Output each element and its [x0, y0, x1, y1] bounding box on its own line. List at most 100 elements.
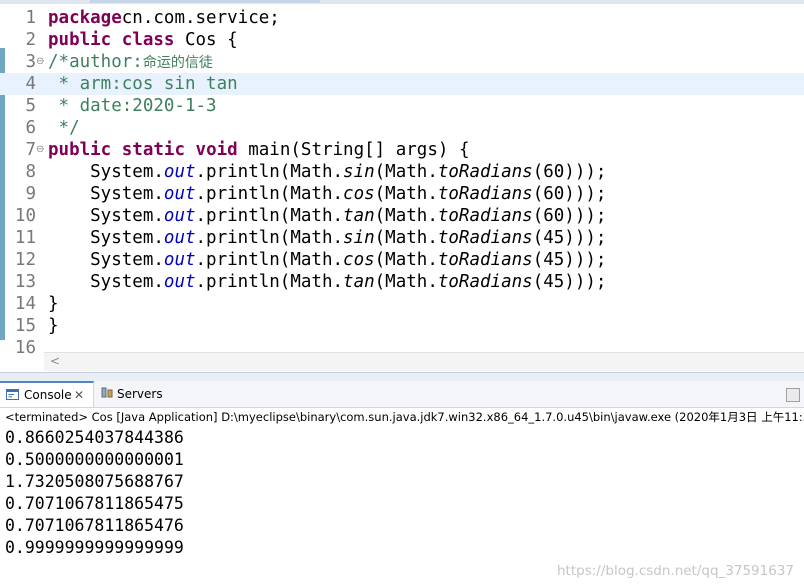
watermark-text: https://blog.csdn.net/qq_37591637 — [556, 563, 794, 579]
code-token: .println(Math. — [195, 206, 344, 226]
code-token: .println(Math. — [195, 162, 344, 182]
code-token: .println(Math. — [195, 250, 344, 270]
code-token: out — [163, 184, 196, 204]
code-token: toRadians — [437, 228, 533, 248]
code-token: (Math. — [374, 162, 438, 182]
code-token: * arm:cos sin tan — [48, 74, 238, 94]
tab-servers-label: Servers — [117, 387, 163, 401]
code-token: System. — [48, 272, 164, 292]
line-number: 12 — [14, 250, 36, 270]
code-token: toRadians — [437, 250, 533, 270]
code-token: public — [48, 30, 112, 50]
view-divider[interactable] — [0, 372, 804, 381]
code-line[interactable]: 12 System.out.println(Math.cos(Math.toRa… — [0, 249, 804, 271]
code-token: .println(Math. — [195, 184, 344, 204]
code-token: package — [48, 8, 122, 28]
code-text: * arm:cos sin tan — [48, 73, 238, 95]
code-text: /*author:命运的信徒 — [48, 51, 213, 74]
code-token: */ — [48, 118, 80, 138]
console-output-line: 0.8660254037844386 — [5, 428, 184, 447]
console-status-header: <terminated> Cos [Java Application] D:\m… — [5, 410, 804, 424]
console-tab-bar: Console ✕ Servers — [0, 381, 804, 408]
line-number: 16 — [14, 338, 36, 358]
code-token: tan — [343, 206, 375, 226]
code-token: .println(Math. — [195, 228, 344, 248]
code-line[interactable]: 1 packagecn.com.service; — [0, 7, 804, 29]
code-text: public class Cos { — [48, 29, 238, 51]
editor-tab-edge — [90, 0, 320, 3]
tab-console[interactable]: Console ✕ — [0, 381, 94, 407]
tab-servers[interactable]: Servers — [97, 381, 167, 407]
horizontal-scrollbar[interactable]: < — [44, 352, 804, 371]
line-number: 15 — [14, 316, 36, 336]
code-line[interactable]: 11 System.out.println(Math.sin(Math.toRa… — [0, 227, 804, 249]
close-icon[interactable]: ✕ — [74, 383, 84, 407]
code-text: } — [48, 315, 59, 337]
code-line[interactable]: 14} — [0, 293, 804, 315]
code-line[interactable]: 8 System.out.println(Math.sin(Math.toRad… — [0, 161, 804, 183]
line-number: 8 — [25, 162, 36, 182]
scroll-left-icon[interactable]: < — [50, 354, 60, 368]
code-token: * date:2020-1-3 — [48, 96, 217, 116]
line-number: 7 — [25, 140, 36, 160]
line-number: 10 — [14, 206, 36, 226]
fold-collapse-icon[interactable]: ⊖ — [36, 139, 44, 161]
code-token: (45))); — [532, 228, 607, 248]
console-output-line: 1.7320508075688767 — [5, 472, 184, 491]
code-token: public — [48, 140, 112, 160]
code-token: (45))); — [532, 272, 607, 292]
servers-icon — [101, 387, 113, 398]
code-token: sin — [343, 228, 375, 248]
line-number: 6 — [25, 118, 36, 138]
code-line[interactable]: 13 System.out.println(Math.tan(Math.toRa… — [0, 271, 804, 293]
code-text: */ — [48, 117, 80, 139]
code-token: static — [121, 140, 185, 160]
code-text: * date:2020-1-3 — [48, 95, 217, 117]
line-number: 1 — [25, 8, 36, 28]
code-token: tan — [343, 272, 375, 292]
console-output-line: 0.5000000000000001 — [5, 450, 184, 469]
fold-collapse-icon[interactable]: ⊖ — [36, 51, 44, 73]
code-token: void — [195, 140, 238, 160]
code-text: System.out.println(Math.sin(Math.toRadia… — [48, 227, 606, 249]
tab-console-label: Console — [24, 388, 72, 402]
code-token: out — [163, 250, 196, 270]
code-token: toRadians — [437, 272, 533, 292]
code-text: System.out.println(Math.tan(Math.toRadia… — [48, 271, 606, 293]
code-token: (Math. — [374, 206, 438, 226]
minimize-button[interactable] — [786, 388, 800, 402]
code-line[interactable]: 10 System.out.println(Math.tan(Math.toRa… — [0, 205, 804, 227]
code-token: /*author: — [48, 52, 143, 72]
code-line[interactable]: 15} — [0, 315, 804, 337]
code-token: out — [163, 272, 196, 292]
code-token: System. — [48, 162, 164, 182]
code-token: (Math. — [374, 250, 438, 270]
editor-tab-strip — [0, 0, 804, 4]
code-line[interactable]: 2 public class Cos { — [0, 29, 804, 51]
code-token: System. — [48, 184, 164, 204]
code-line[interactable]: 3 ⊖/*author:命运的信徒 — [0, 51, 804, 73]
code-token: } — [48, 294, 59, 314]
code-line[interactable]: 4 * arm:cos sin tan — [0, 73, 804, 95]
code-token: out — [163, 228, 196, 248]
console-output-line: 0.9999999999999999 — [5, 538, 184, 557]
code-editor[interactable]: 1 packagecn.com.service; 2 public class Cos… — [0, 0, 804, 372]
code-line[interactable]: 7 ⊖ public static void main(String[] args)… — [0, 139, 804, 161]
code-token: (60))); — [532, 184, 607, 204]
line-number: 3 — [25, 52, 36, 72]
code-line[interactable]: 5 * date:2020-1-3 — [0, 95, 804, 117]
line-number: 11 — [14, 228, 36, 248]
code-token: toRadians — [437, 206, 533, 226]
code-token: System. — [48, 206, 164, 226]
console-output-line: 0.7071067811865476 — [5, 516, 184, 535]
code-line[interactable]: 6 */ — [0, 117, 804, 139]
code-token: (60))); — [532, 162, 607, 182]
code-token: System. — [48, 250, 164, 270]
code-token: toRadians — [437, 162, 533, 182]
line-number: 2 — [25, 30, 36, 50]
code-line[interactable]: 9 System.out.println(Math.cos(Math.toRad… — [0, 183, 804, 205]
line-number: 13 — [14, 272, 36, 292]
code-token: cos — [343, 250, 375, 270]
code-token: (60))); — [532, 206, 607, 226]
